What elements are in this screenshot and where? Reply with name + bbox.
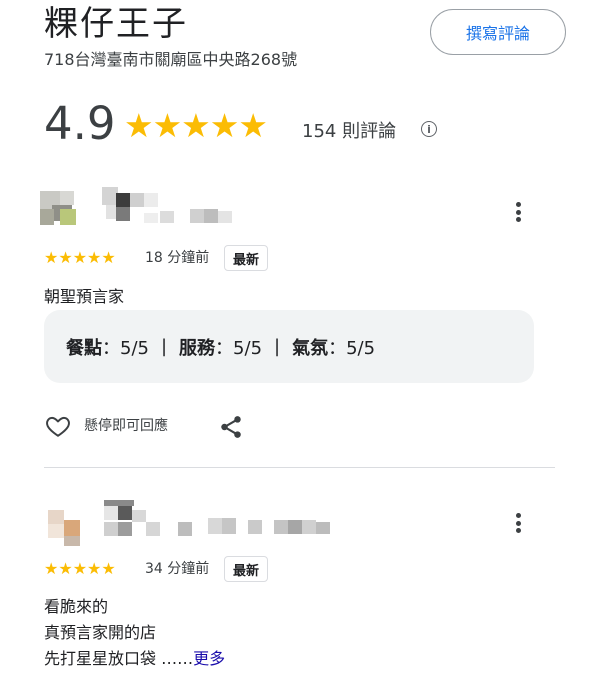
review-1-new-badge: 最新	[224, 245, 269, 271]
review-2-stars: ★★★★★	[44, 559, 116, 578]
share-icon[interactable]	[218, 414, 244, 440]
review-count[interactable]: 154 則評論	[302, 120, 396, 144]
food-score-label: 餐點	[66, 337, 102, 359]
blurred-user-image	[48, 500, 330, 546]
review-2-text-line-2: 真預言家開的店	[44, 623, 157, 642]
review-2-time: 34 分鐘前	[145, 561, 210, 577]
review-2-avatar-blurred	[48, 500, 338, 550]
info-icon[interactable]: i	[421, 121, 437, 137]
react-hint-label: 懸停即可回應	[84, 418, 168, 434]
average-rating: 4.9	[44, 97, 116, 150]
review-2-more-icon[interactable]	[510, 511, 526, 535]
review-1-text: 朝聖預言家	[44, 287, 125, 306]
rating-stars: ★★★★★	[124, 106, 268, 145]
review-1-more-icon[interactable]	[510, 200, 526, 224]
review-divider	[44, 467, 555, 468]
review-1-avatar-blurred	[40, 183, 240, 235]
service-score-value: ：5/5	[215, 337, 263, 359]
review-1-stars: ★★★★★	[44, 248, 116, 267]
atmosphere-score-value: ：5/5	[328, 337, 376, 359]
score-separator: |	[160, 336, 168, 357]
review-1-time: 18 分鐘前	[145, 250, 210, 266]
place-address: 718台灣臺南市關廟區中央路268號	[44, 50, 298, 69]
review-2-text-truncated: 先打星星放口袋 ……	[44, 649, 194, 668]
review-2-new-badge: 最新	[224, 556, 269, 582]
review-2-text-line-3: 先打星星放口袋 ……更多	[44, 646, 225, 672]
read-more-link[interactable]: 更多	[193, 649, 225, 668]
atmosphere-score-label: 氣氛	[292, 337, 329, 359]
service-score-label: 服務	[179, 337, 216, 359]
review-1-score-card: 餐點 ：5/5 | 服務 ：5/5 | 氣氛 ：5/5	[44, 310, 534, 383]
heart-icon[interactable]	[44, 413, 72, 439]
blurred-user-image	[40, 187, 232, 225]
review-2-text-line-1: 看脆來的	[44, 597, 109, 616]
place-title: 粿仔王子	[44, 4, 188, 44]
score-separator: |	[274, 336, 281, 357]
write-review-button[interactable]: 撰寫評論	[430, 9, 566, 55]
food-score-value: ：5/5	[102, 337, 149, 359]
